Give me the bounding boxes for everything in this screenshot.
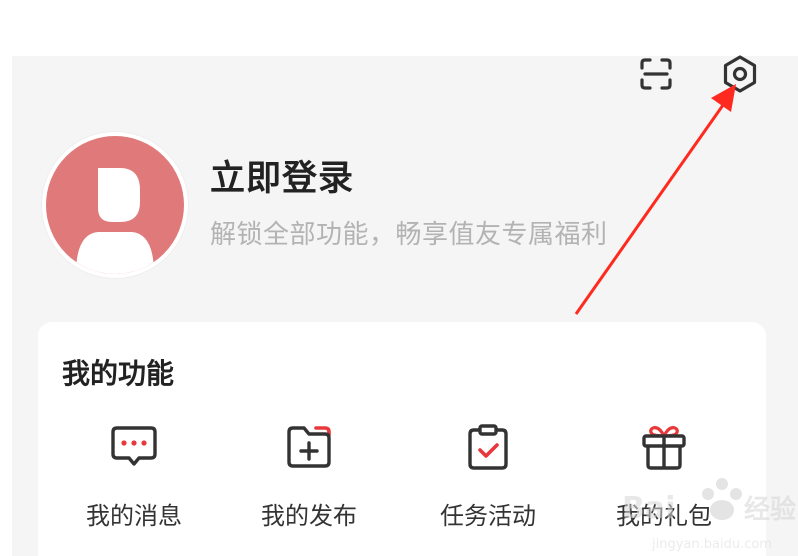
login-title[interactable]: 立即登录 xyxy=(210,150,354,201)
watermark-logo: Bai 经验 jingyan.baidu.com xyxy=(622,478,796,552)
default-user-icon xyxy=(76,168,154,274)
svg-text:jingyan.baidu.com: jingyan.baidu.com xyxy=(651,537,772,552)
function-label: 我的消息 xyxy=(86,502,182,530)
function-label: 我的发布 xyxy=(261,502,357,530)
message-icon xyxy=(111,426,157,466)
gift-icon xyxy=(642,426,686,470)
login-subtitle: 解锁全部功能，畅享值友专属福利 xyxy=(210,220,608,250)
function-item-publish[interactable]: 我的发布 xyxy=(229,422,389,542)
settings-icon[interactable] xyxy=(718,52,762,96)
avatar[interactable] xyxy=(42,132,188,278)
function-label: 任务活动 xyxy=(440,502,536,530)
scan-icon[interactable] xyxy=(634,52,678,96)
task-clipboard-icon xyxy=(468,424,508,470)
card-title: 我的功能 xyxy=(62,357,175,390)
publish-folder-icon xyxy=(287,426,331,468)
function-item-tasks[interactable]: 任务活动 xyxy=(408,422,568,542)
function-item-messages[interactable]: 我的消息 xyxy=(54,422,214,542)
svg-text:Bai: Bai xyxy=(622,491,675,526)
svg-text:经验: 经验 xyxy=(744,494,796,525)
